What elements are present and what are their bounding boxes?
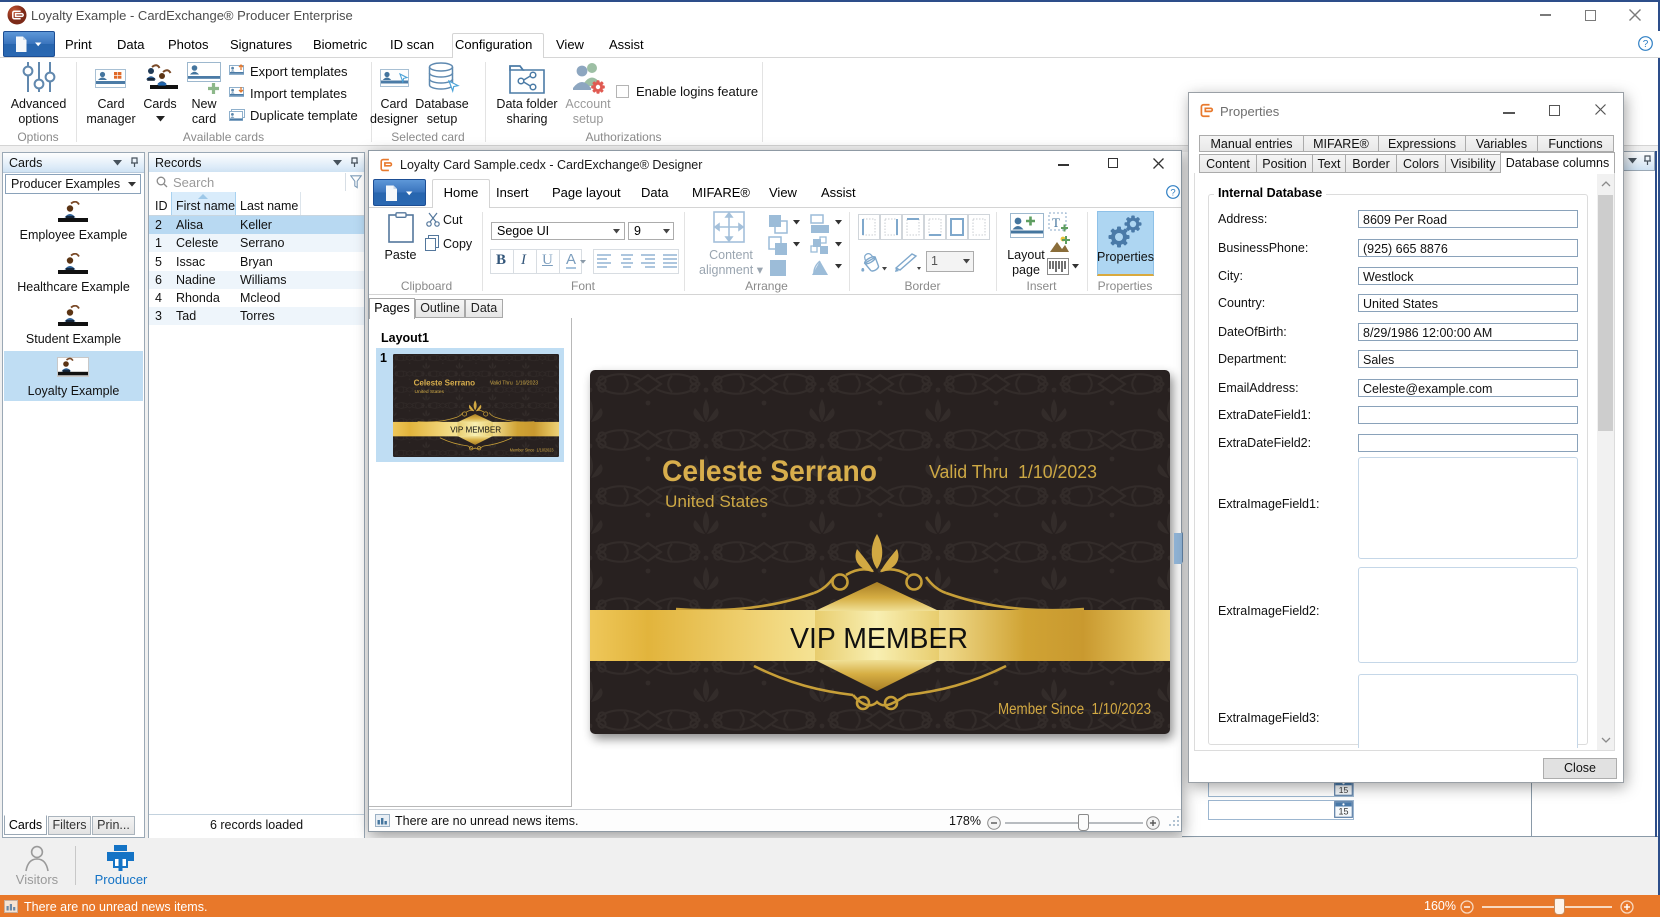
svg-text:T: T <box>1052 215 1060 230</box>
svg-text:15: 15 <box>1338 807 1348 817</box>
svg-text:15: 15 <box>1339 785 1349 795</box>
svg-text:?: ? <box>1643 39 1649 50</box>
svg-text:?: ? <box>1170 187 1175 198</box>
